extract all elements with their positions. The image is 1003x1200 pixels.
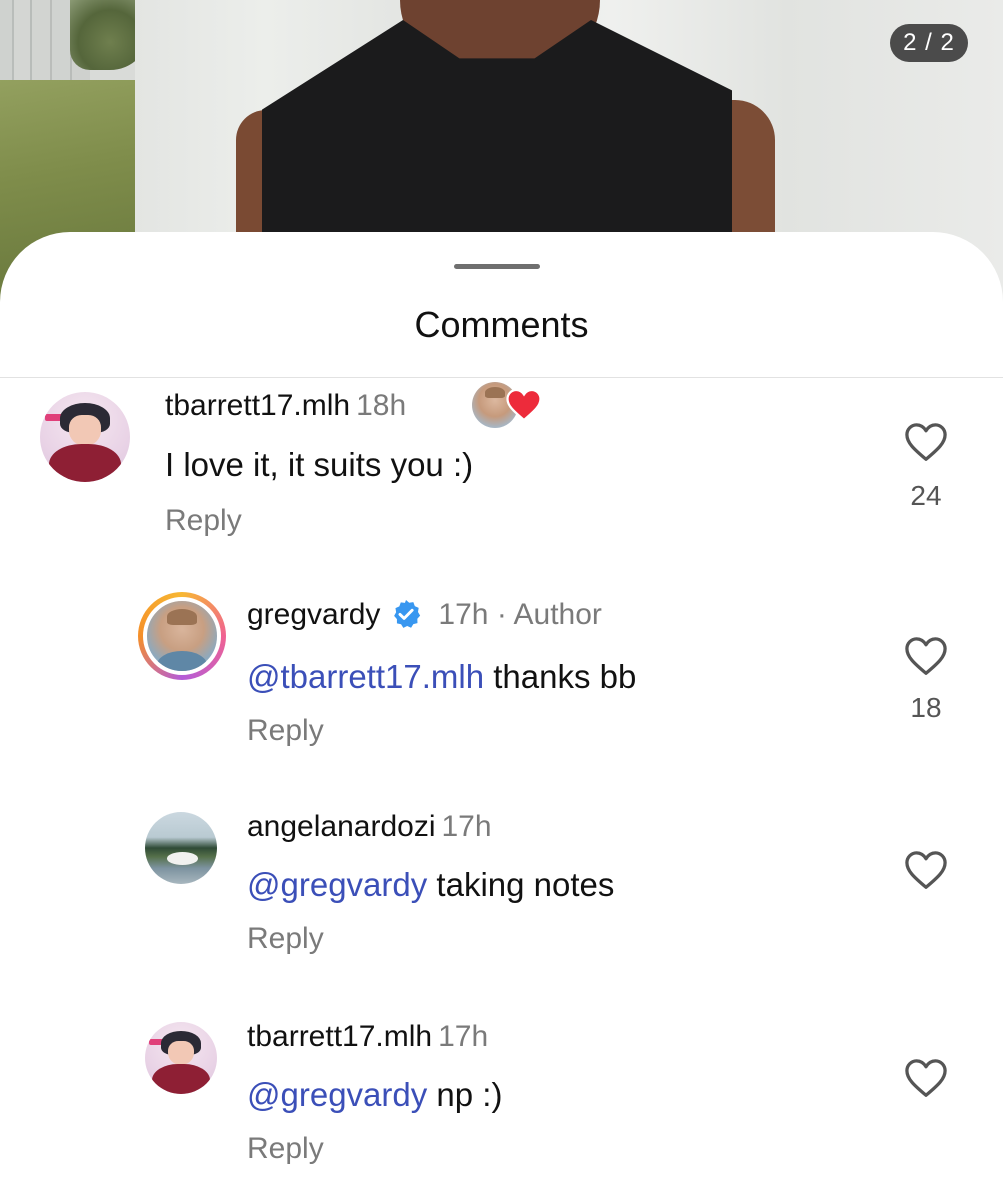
comment-text: @gregvardy np :)	[247, 1076, 503, 1113]
comment-username-row: tbarrett17.mlh 17h	[247, 1020, 488, 1054]
meta-separator: ·	[496, 598, 507, 631]
timestamp: 18h	[356, 389, 407, 422]
reply-button[interactable]: Reply	[247, 922, 324, 956]
red-heart-icon	[506, 388, 542, 422]
divider	[0, 377, 1003, 378]
comment-username-row: angelanardozi 17h	[247, 810, 492, 844]
username[interactable]: gregvardy	[247, 598, 380, 631]
heart-outline-icon[interactable]	[904, 850, 948, 890]
username[interactable]: angelanardozi	[247, 810, 435, 843]
drag-handle[interactable]	[454, 264, 540, 269]
comment-text: @gregvardy taking notes	[247, 866, 615, 903]
reply-button[interactable]: Reply	[247, 714, 324, 748]
like-count: 18	[910, 692, 942, 723]
like-count: 24	[910, 480, 942, 511]
mention-link[interactable]: @gregvardy	[247, 866, 427, 903]
author-label: Author	[513, 598, 602, 631]
anime-avatar[interactable]	[145, 1022, 217, 1094]
mention-link[interactable]: @gregvardy	[247, 1076, 427, 1113]
anime-avatar[interactable]	[40, 392, 130, 482]
heart-outline-icon[interactable]	[904, 422, 948, 462]
author-photo-avatar[interactable]	[138, 592, 226, 680]
sheet-title: Comments	[414, 304, 589, 345]
timestamp: 17h	[441, 810, 492, 843]
liked-by-author-badge	[472, 382, 542, 428]
reply-button[interactable]: Reply	[165, 504, 242, 538]
lake-photo-avatar[interactable]	[145, 812, 217, 884]
timestamp: 17h	[438, 1020, 489, 1053]
username[interactable]: tbarrett17.mlh	[247, 1020, 432, 1053]
heart-outline-icon[interactable]	[904, 636, 948, 676]
timestamp: 17h	[438, 598, 489, 631]
reply-button[interactable]: Reply	[247, 1132, 324, 1166]
username[interactable]: tbarrett17.mlh	[165, 389, 350, 422]
heart-outline-icon[interactable]	[904, 1058, 948, 1098]
carousel-page-indicator: 2 / 2	[890, 24, 968, 62]
comment-username-row: gregvardy 17h · Author	[247, 598, 602, 632]
verified-badge-icon	[394, 600, 421, 628]
comments-sheet: Comments tbarrett17.mlh 18h I love it, it…	[0, 232, 1003, 1200]
comment-text: @tbarrett17.mlh thanks bb	[247, 658, 637, 695]
comment-text: I love it, it suits you :)	[165, 446, 474, 483]
mention-link[interactable]: @tbarrett17.mlh	[247, 658, 484, 695]
comment-username-row: tbarrett17.mlh 18h	[165, 389, 406, 423]
